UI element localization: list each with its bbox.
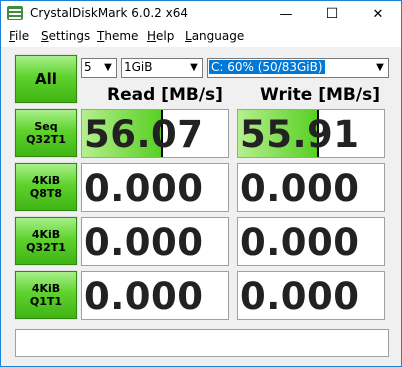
close-button[interactable]: ✕	[355, 1, 401, 27]
write-value: 0.000	[240, 221, 360, 264]
all-button[interactable]: All	[14, 54, 78, 104]
test-name-line1: 4KiB	[31, 174, 61, 187]
chevron-down-icon: ▼	[376, 62, 384, 73]
menu-bar: File Settings Theme Help Language	[1, 27, 401, 47]
test-name-line1: Seq	[34, 120, 58, 133]
write-result-4kib-q8t8: 0.000	[237, 163, 385, 212]
write-value: 0.000	[240, 275, 360, 318]
test-count-value: 5	[84, 60, 92, 74]
4kib-q32t1-button[interactable]: 4KiB Q32T1	[14, 216, 78, 266]
test-name-line1: 4KiB	[31, 228, 61, 241]
test-name-line2: Q32T1	[26, 133, 66, 146]
drive-select[interactable]: C: 60% (50/83GiB) ▼	[207, 58, 389, 78]
4kib-q8t8-button[interactable]: 4KiB Q8T8	[14, 162, 78, 212]
read-header: Read [MB/s]	[107, 85, 223, 105]
write-value: 55.91	[240, 113, 360, 156]
test-name-line2: Q8T8	[29, 187, 63, 200]
4kib-q1t1-button[interactable]: 4KiB Q1T1	[14, 270, 78, 320]
read-value: 0.000	[84, 221, 204, 264]
menu-settings[interactable]: Settings	[41, 29, 90, 43]
drive-value: C: 60% (50/83GiB)	[209, 60, 325, 74]
comment-field[interactable]	[15, 329, 389, 357]
title-bar[interactable]: CrystalDiskMark 6.0.2 x64 — ☐ ✕	[1, 1, 401, 27]
read-result-seq-q32t1: 56.07	[81, 109, 229, 158]
chevron-down-icon: ▼	[104, 62, 112, 73]
read-value: 0.000	[84, 167, 204, 210]
menu-language[interactable]: Language	[185, 29, 244, 43]
test-count-select[interactable]: 5 ▼	[81, 58, 117, 78]
read-result-4kib-q1t1: 0.000	[81, 271, 229, 320]
test-size-value: 1GiB	[124, 60, 153, 74]
main-panel: All 5 ▼ 1GiB ▼ C: 60% (50/83GiB) ▼ Read …	[1, 47, 401, 366]
app-window: CrystalDiskMark 6.0.2 x64 — ☐ ✕ File Set…	[0, 0, 402, 367]
write-result-4kib-q32t1: 0.000	[237, 217, 385, 266]
write-result-4kib-q1t1: 0.000	[237, 271, 385, 320]
write-result-seq-q32t1: 55.91	[237, 109, 385, 158]
window-title: CrystalDiskMark 6.0.2 x64	[30, 6, 188, 20]
test-size-select[interactable]: 1GiB ▼	[121, 58, 203, 78]
write-header: Write [MB/s]	[260, 85, 380, 105]
menu-help[interactable]: Help	[147, 29, 174, 43]
test-name-line2: Q32T1	[26, 241, 66, 254]
maximize-button[interactable]: ☐	[309, 1, 355, 27]
test-name-line1: 4KiB	[31, 282, 61, 295]
read-result-4kib-q8t8: 0.000	[81, 163, 229, 212]
test-name-line2: Q1T1	[29, 295, 63, 308]
seq-q32t1-button[interactable]: Seq Q32T1	[14, 108, 78, 158]
read-value: 56.07	[84, 113, 204, 156]
read-result-4kib-q32t1: 0.000	[81, 217, 229, 266]
read-value: 0.000	[84, 275, 204, 318]
write-value: 0.000	[240, 167, 360, 210]
menu-theme[interactable]: Theme	[97, 29, 138, 43]
chevron-down-icon: ▼	[190, 62, 198, 73]
minimize-button[interactable]: —	[263, 1, 309, 27]
menu-file[interactable]: File	[9, 29, 29, 43]
app-icon	[7, 6, 23, 20]
